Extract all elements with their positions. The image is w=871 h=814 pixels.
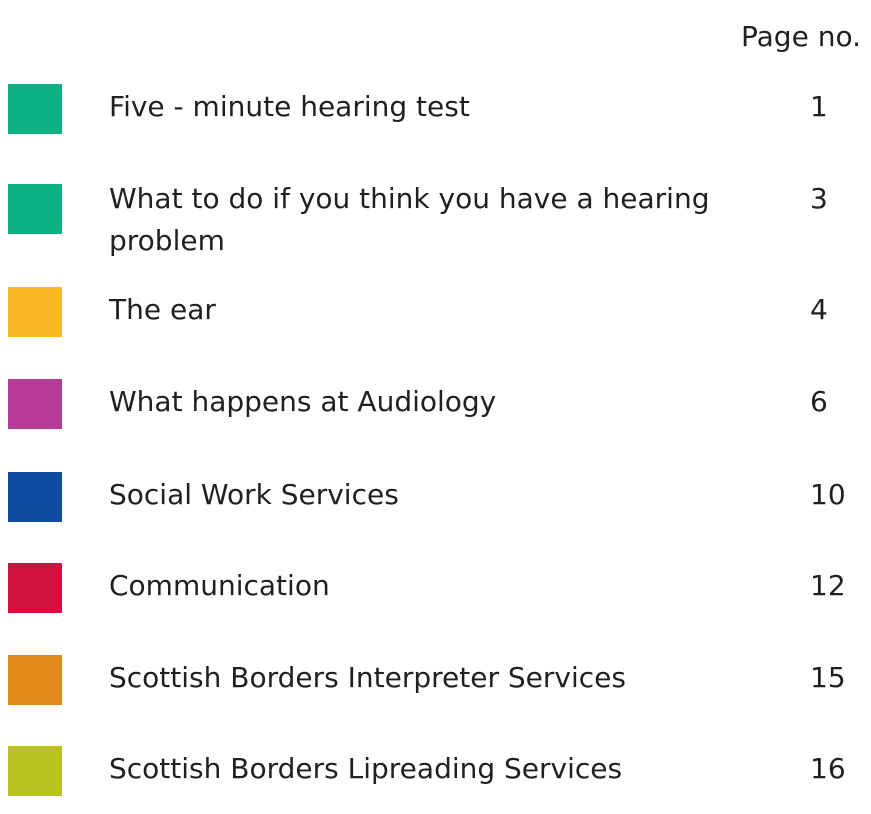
toc-color-swatch — [8, 184, 62, 234]
toc-color-swatch — [8, 287, 62, 337]
toc-entry-title: What happens at Audiology — [109, 385, 497, 418]
toc-entry-page-number: 10 — [810, 478, 846, 511]
toc-entry-page-number: 12 — [810, 569, 846, 602]
toc-entry-page-number: 6 — [810, 385, 828, 418]
toc-color-swatch — [8, 84, 62, 134]
toc-color-swatch — [8, 472, 62, 522]
page-no-header: Page no. — [741, 20, 861, 53]
toc-entry-page-number: 16 — [810, 752, 846, 785]
toc-entry-title: Five - minute hearing test — [109, 90, 470, 123]
toc-entry-title: Social Work Services — [109, 478, 399, 511]
toc-entry-page-number: 1 — [810, 90, 828, 123]
toc-entry-title: What to do if you think you have a heari… — [109, 182, 710, 257]
toc-entry-title: Scottish Borders Lipreading Services — [109, 752, 623, 785]
toc-entry-title: Scottish Borders Interpreter Services — [109, 661, 626, 694]
toc-color-swatch — [8, 746, 62, 796]
toc-entry-title: Communication — [109, 569, 330, 602]
toc-entry-page-number: 3 — [810, 182, 828, 215]
toc-entry-title: The ear — [109, 293, 216, 326]
toc-color-swatch — [8, 563, 62, 613]
toc-color-swatch — [8, 655, 62, 705]
toc-entry-page-number: 15 — [810, 661, 846, 694]
toc-entry-page-number: 4 — [810, 293, 828, 326]
toc-color-swatch — [8, 379, 62, 429]
